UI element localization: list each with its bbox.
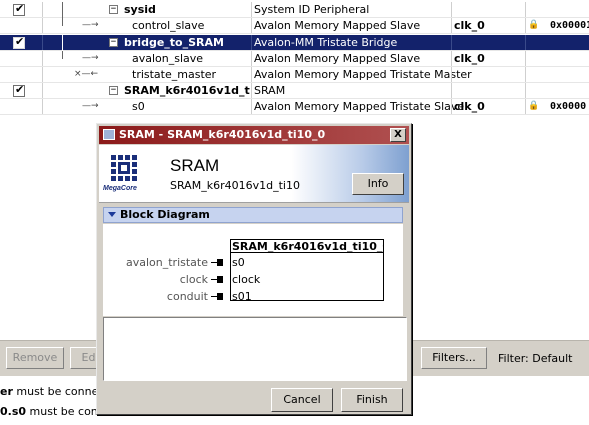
expand-triangle-icon [108,212,116,217]
lock-icon[interactable]: 🔒 [528,101,539,111]
port-name: s0 [132,100,145,113]
info-button[interactable]: Info [352,173,404,195]
component-title: SRAM [170,156,220,175]
clock-cell[interactable]: clk_0 [454,18,485,34]
module-name: sysid [124,3,156,16]
close-button[interactable]: X [390,128,406,142]
window-icon [103,129,115,140]
port-description: Avalon Memory Mapped Tristate Slave [254,100,465,113]
table-row-selected[interactable]: − bridge_to_SRAM Avalon-MM Tristate Brid… [0,35,589,51]
collapse-icon[interactable]: − [109,38,118,47]
table-row[interactable]: —→ s0 Avalon Memory Mapped Tristate Slav… [0,99,589,115]
component-subtitle: SRAM_k6r4016v1d_ti10 [170,179,300,192]
module-name: SRAM_k6r4016v1d_ti... [124,84,250,97]
module-name: bridge_to_SRAM [124,36,224,49]
port-name: tristate_master [132,68,217,81]
port-name: avalon_slave [132,52,204,65]
table-row[interactable]: − SRAM_k6r4016v1d_ti... SRAM [0,83,589,99]
block-diagram: avalon_tristate clock conduit SRAM_k6r40… [103,224,403,316]
port-description: Avalon Memory Mapped Slave [254,19,421,32]
dialog-title: SRAM - SRAM_k6r4016v1d_ti10_0 [119,128,326,141]
use-checkbox[interactable] [13,2,25,16]
cancel-button[interactable]: Cancel [271,388,333,412]
section-title: Block Diagram [120,208,210,221]
base-address[interactable]: 0x0000 [550,99,586,115]
connection-arrow-icon: —→ [82,20,99,30]
clock-cell[interactable]: clk_0 [454,99,485,115]
pin-connector-icon [211,293,223,300]
sram-dialog: SRAM - SRAM_k6r4016v1d_ti10_0 X MegaCore… [96,123,412,415]
module-description: SRAM [254,84,286,97]
port-label: s0 [232,256,245,269]
module-description: System ID Peripheral [254,3,370,16]
table-row[interactable]: − sysid System ID Peripheral [0,2,589,18]
block-title: SRAM_k6r4016v1d_ti10_0 [231,240,383,253]
collapse-icon[interactable]: − [109,86,118,95]
pin-connector-icon [211,276,223,283]
component-block: SRAM_k6r4016v1d_ti10_0 s0 clock s01 [230,239,384,303]
port-description: Avalon Memory Mapped Slave [254,52,421,65]
signal-label: clock [179,273,208,286]
megacore-logo-text: MegaCore [103,185,137,192]
port-label: clock [232,273,261,286]
port-name: control_slave [132,19,205,32]
finish-button[interactable]: Finish [341,388,403,412]
lock-icon[interactable]: 🔒 [528,20,539,30]
module-description: Avalon-MM Tristate Bridge [254,36,398,49]
signal-label: avalon_tristate [125,256,208,269]
pin-connector-icon [211,259,223,266]
filter-status: Filter: Default [498,352,573,365]
dialog-header: MegaCore SRAM SRAM_k6r4016v1d_ti10 Info [99,145,409,203]
table-row[interactable]: ×—← tristate_master Avalon Memory Mapped… [0,67,589,83]
signal-label: conduit [166,290,208,303]
table-row[interactable]: —→ avalon_slave Avalon Memory Mapped Sla… [0,51,589,67]
dialog-title-bar[interactable]: SRAM - SRAM_k6r4016v1d_ti10_0 X [99,126,409,144]
connection-arrow-icon: —→ [82,53,99,63]
remove-button[interactable]: Remove [6,347,64,369]
collapse-icon[interactable]: − [109,5,118,14]
port-description: Avalon Memory Mapped Tristate Master [254,68,472,81]
port-label: s01 [232,290,252,303]
use-checkbox[interactable] [13,35,25,49]
filters-button[interactable]: Filters... [421,347,487,369]
use-checkbox[interactable] [13,83,25,97]
base-address[interactable]: 0x00001 [550,18,589,34]
clock-cell[interactable]: clk_0 [454,51,485,67]
message-area [103,317,407,381]
block-diagram-header[interactable]: Block Diagram [103,207,403,223]
table-row[interactable]: —→ control_slave Avalon Memory Mapped Sl… [0,18,589,34]
connection-cross-arrow-icon: ×—← [74,69,99,79]
connection-arrow-icon: —→ [82,101,99,111]
